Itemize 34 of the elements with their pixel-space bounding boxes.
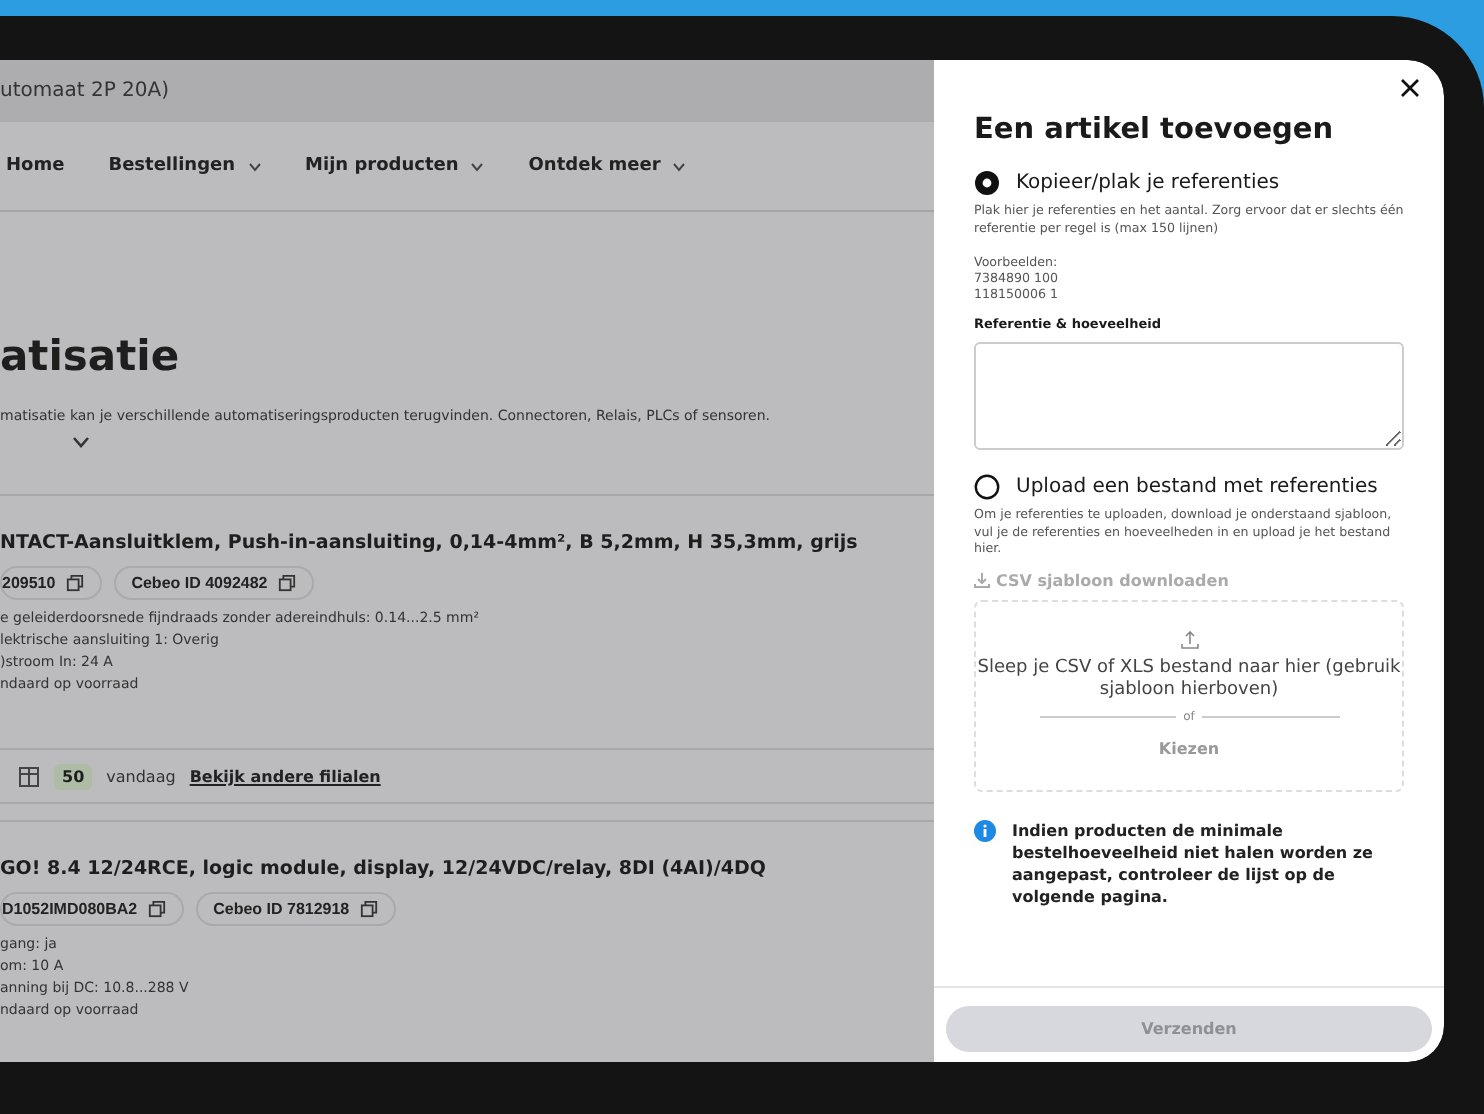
other-stores-link[interactable]: Bekijk andere filialen: [189, 767, 381, 785]
chevron-down-icon: [72, 436, 90, 448]
radio-option[interactable]: Upload een bestand met referenties: [974, 474, 1404, 500]
panel-title: Een artikel toevoegen: [974, 114, 1336, 146]
nav-item[interactable]: Bestellingen: [108, 156, 262, 176]
stock-count: 50: [54, 763, 93, 789]
radio-option[interactable]: Kopieer/plak je referenties: [974, 170, 1404, 196]
copy-icon: [65, 574, 84, 592]
shelf-icon: [18, 765, 40, 787]
stock-time: vandaag: [106, 767, 176, 785]
page-heading: atisatie: [0, 332, 182, 380]
info-icon: [974, 819, 996, 841]
nav-item[interactable]: Mijn producten: [305, 156, 485, 176]
copy-id-chip[interactable]: D1052IMD080BA2: [0, 892, 184, 926]
nav-item[interactable]: Ontdek meer: [528, 156, 687, 176]
reference-input-field[interactable]: [974, 342, 1404, 450]
copy-id-chip[interactable]: Cebeo ID 4092482: [113, 566, 314, 600]
upload-icon: [1179, 630, 1199, 650]
copy-id-chip[interactable]: 209510: [0, 566, 102, 600]
copy-icon: [277, 574, 296, 592]
copy-id-chip[interactable]: Cebeo ID 7812918: [195, 892, 396, 926]
product-title: GO! 8.4 12/24RCE, logic module, display, 12/24VDC/relay, 8DI (4AI)/4DQ: [0, 858, 768, 880]
chevron-down-icon: [470, 161, 485, 171]
nav-item[interactable]: Home: [6, 156, 65, 176]
dropzone-text: Sleep je CSV of XLS bestand naar hier (gebruik sjabloon hierboven): [976, 658, 1402, 702]
copy-icon: [359, 900, 378, 918]
download-icon: [974, 572, 990, 588]
chevron-down-icon: [672, 161, 687, 171]
chevron-down-icon: [247, 161, 262, 171]
copy-icon: [147, 900, 166, 918]
info-message: Indien producten de minimale bestelhoeveelheid niet halen worden ze aangepast, controleer de lijst op de volgende pagina.: [1012, 819, 1375, 907]
close-icon[interactable]: [1400, 78, 1420, 98]
product-title: NTACT-Aansluitklem, Push-in-aansluiting, 0,14-4mm², B 5,2mm, H 35,3mm, grijs: [0, 532, 860, 554]
breadcrumb-text: utomaat 2P 20A): [0, 80, 170, 102]
